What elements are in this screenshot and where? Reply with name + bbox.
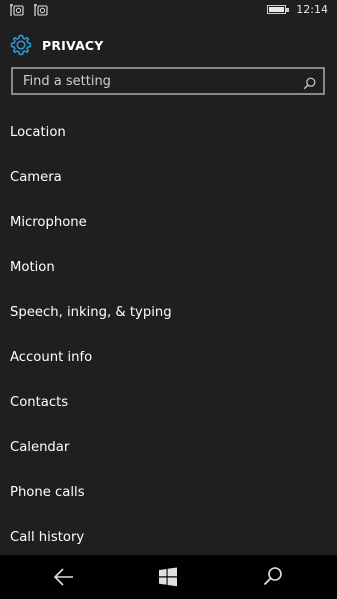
search-input[interactable] (23, 73, 323, 89)
list-item-camera[interactable]: Camera (0, 155, 337, 200)
status-time: 12:14 (296, 3, 328, 16)
settings-screen: 12:14 PRIVACY Location Camera Microphone… (0, 0, 337, 599)
search-box[interactable] (11, 67, 325, 95)
list-item-contacts[interactable]: Contacts (0, 380, 337, 425)
list-item-location[interactable]: Location (0, 110, 337, 155)
battery-icon (267, 5, 290, 14)
search-icon[interactable] (303, 75, 316, 94)
notification-sync-icon (9, 3, 25, 17)
list-item-phone-calls[interactable]: Phone calls (0, 470, 337, 515)
back-arrow-icon[interactable] (52, 566, 76, 588)
status-bar: 12:14 (0, 0, 337, 24)
list-item-microphone[interactable]: Microphone (0, 200, 337, 245)
gear-icon (9, 33, 33, 57)
status-right: 12:14 (267, 3, 328, 16)
notification-sync-icon (33, 3, 49, 17)
windows-logo-icon[interactable] (157, 566, 181, 588)
list-item-speech-inking-typing[interactable]: Speech, inking, & typing (0, 290, 337, 335)
search-icon[interactable] (261, 566, 285, 588)
list-item-motion[interactable]: Motion (0, 245, 337, 290)
page-header: PRIVACY (9, 33, 104, 57)
privacy-settings-list: Location Camera Microphone Motion Speech… (0, 110, 337, 560)
status-notifications (9, 3, 49, 17)
navigation-bar (0, 555, 337, 599)
list-item-account-info[interactable]: Account info (0, 335, 337, 380)
list-item-calendar[interactable]: Calendar (0, 425, 337, 470)
page-title: PRIVACY (42, 37, 104, 53)
list-item-call-history[interactable]: Call history (0, 515, 337, 560)
